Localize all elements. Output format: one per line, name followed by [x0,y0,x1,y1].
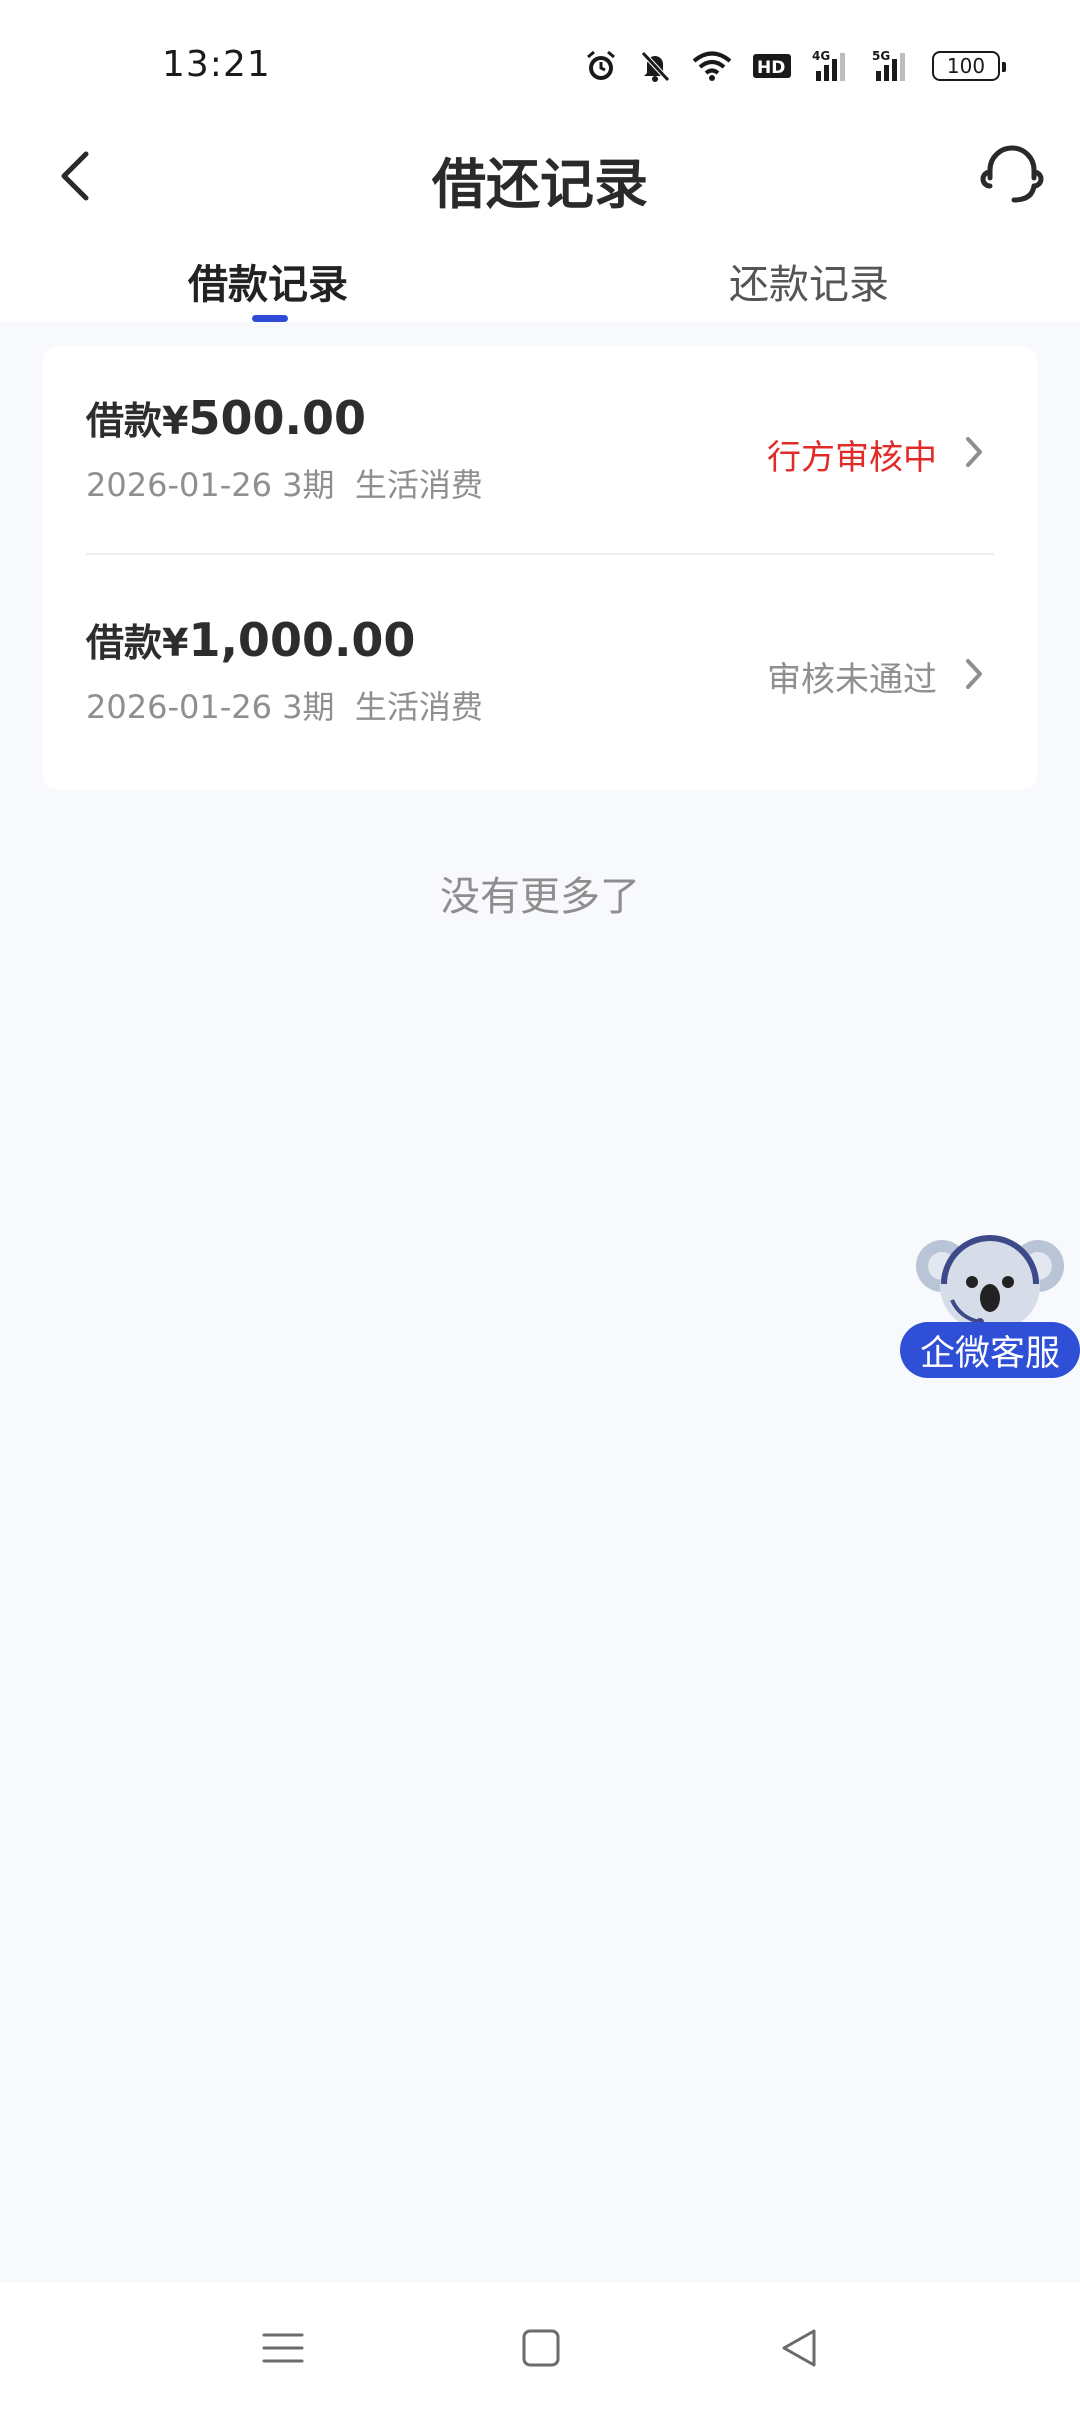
hd-icon: HD [753,54,791,78]
back-triangle-icon[interactable] [774,2323,824,2373]
tab-repayment-records[interactable]: 还款记录 [729,252,889,310]
amount-value: 1,000.00 [188,613,416,667]
status-bar: 13:21 HD 4G 5G 100 [0,0,1080,130]
svg-text:HD: HD [757,58,785,78]
amount-label: 借款¥ [86,399,189,443]
svg-text:4G: 4G [812,49,830,63]
chevron-right-icon [966,437,982,467]
record-meta: 2026-01-26 3期 生活消费 [86,688,483,726]
chevron-right-icon [966,659,982,689]
list-end-text: 没有更多了 [440,874,640,920]
battery-level: 100 [946,54,986,78]
wifi-icon [692,51,732,81]
mute-icon [641,51,670,82]
tab-loan-records[interactable]: 借款记录 [188,252,348,310]
page-title: 借还记录 [432,153,648,216]
floating-service-label: 企微客服 [900,1322,1080,1378]
loan-record[interactable]: 借款¥500.00 2026-01-26 3期 生活消费 行方审核中 [43,346,1037,568]
signal-4g-icon: 4G [812,49,845,81]
status-time: 13:21 [162,44,271,85]
loan-record[interactable]: 借款¥1,000.00 2026-01-26 3期 生活消费 审核未通过 [43,568,1037,790]
active-tab-indicator [252,315,288,322]
battery-icon: 100 [932,51,1006,81]
record-status: 行方审核中 [767,438,937,478]
svg-text:5G: 5G [872,49,890,63]
alarm-icon [587,50,615,80]
signal-5g-icon: 5G [872,49,905,81]
home-icon[interactable] [516,2323,566,2373]
amount-value: 500.00 [188,391,366,445]
record-meta: 2026-01-26 3期 生活消费 [86,466,483,504]
headset-icon[interactable] [980,142,1044,206]
record-amount: 借款¥500.00 [86,390,366,445]
record-amount: 借款¥1,000.00 [86,612,415,667]
system-nav-bar [0,2283,1080,2412]
menu-icon[interactable] [258,2323,308,2373]
divider [86,553,994,555]
record-status: 审核未通过 [767,660,937,700]
koala-mascot-icon [916,1235,1064,1332]
floating-service-button[interactable]: 企微客服 [900,1226,1080,1378]
status-icons: HD 4G 5G 100 [584,46,1006,86]
amount-label: 借款¥ [86,621,189,665]
records-card: 借款¥500.00 2026-01-26 3期 生活消费 行方审核中 借款¥1,… [43,346,1037,790]
